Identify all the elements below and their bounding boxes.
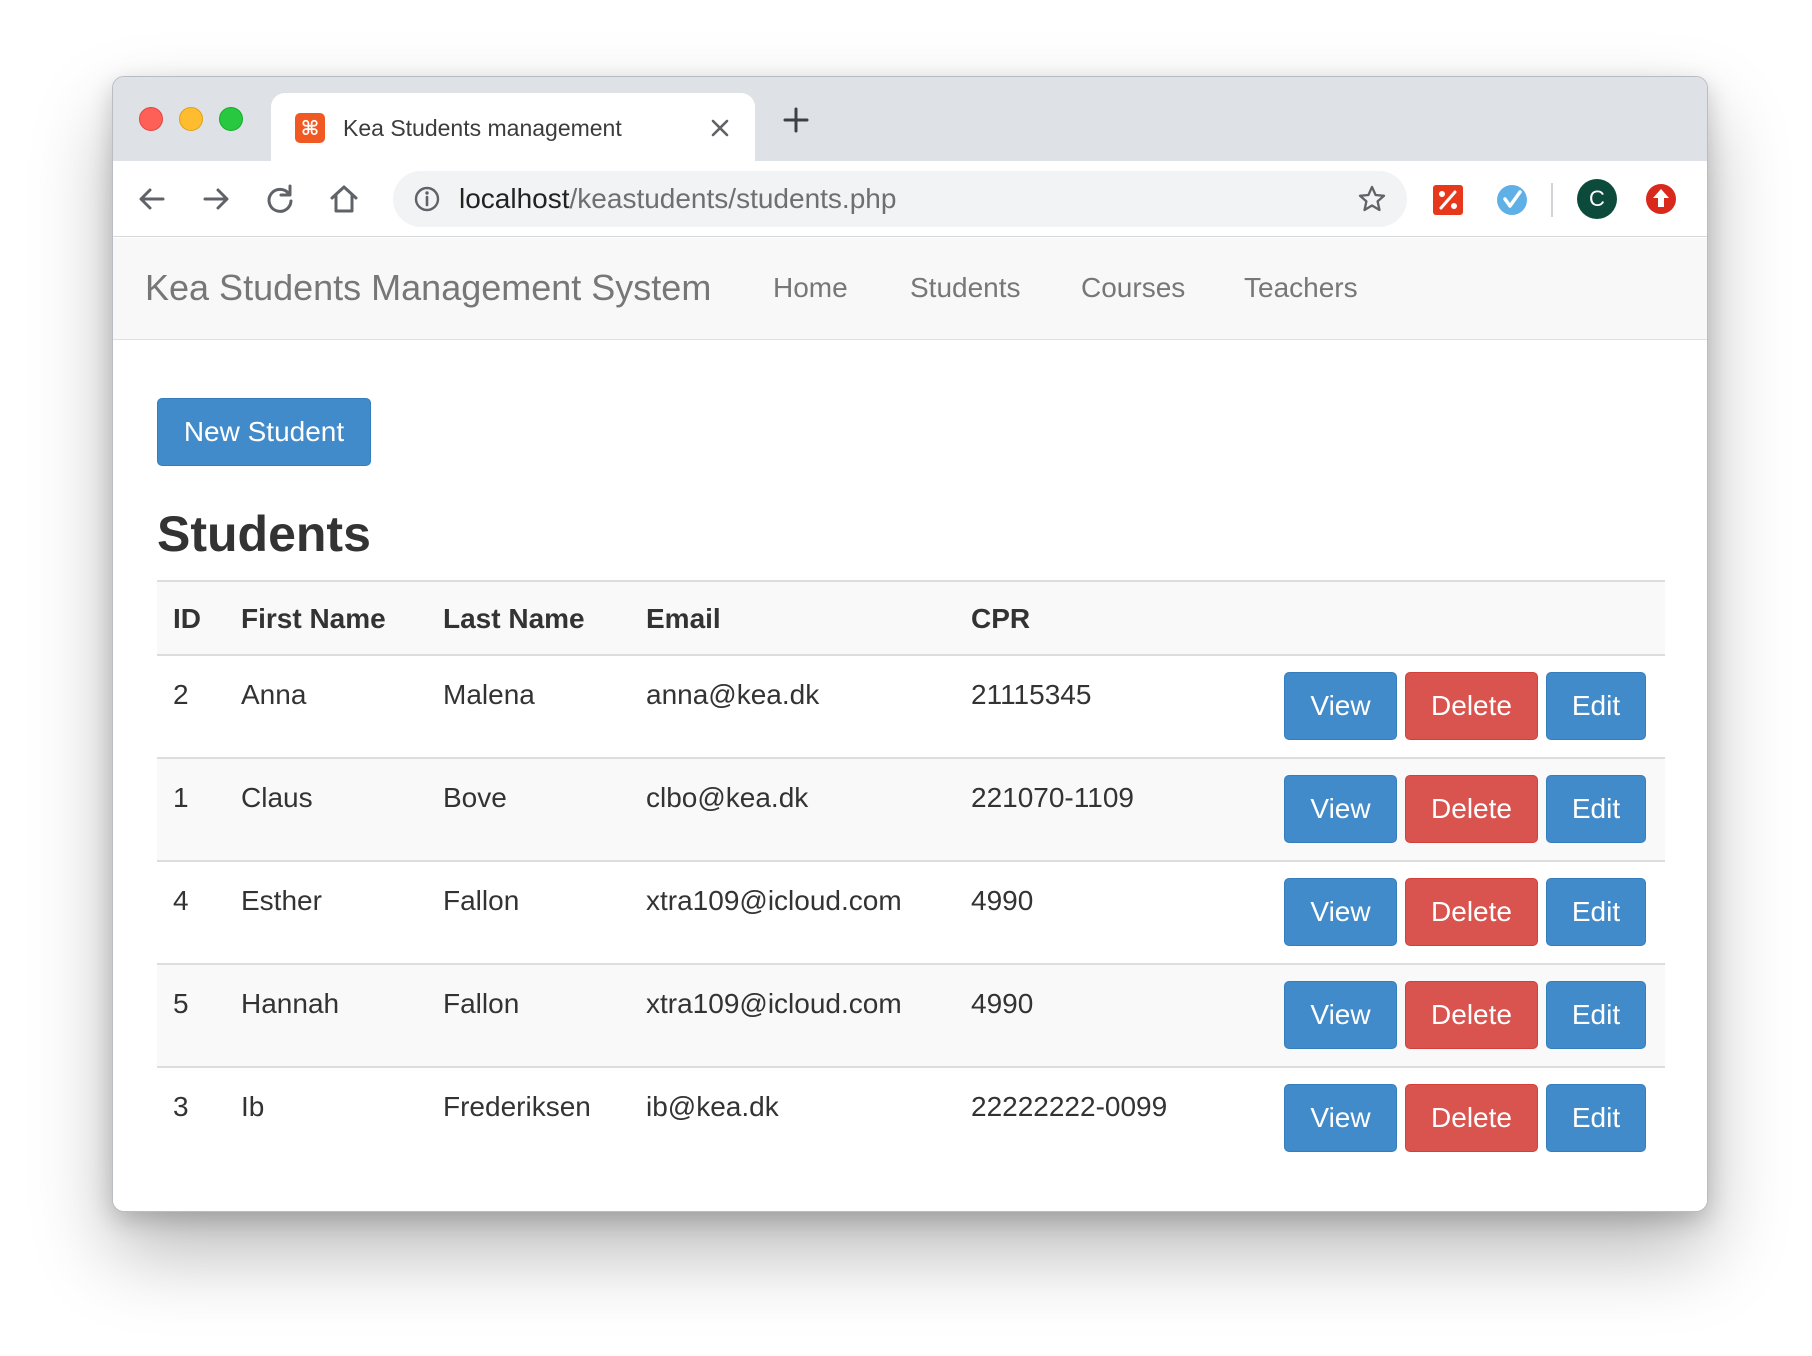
- profile-avatar[interactable]: C: [1577, 179, 1617, 219]
- address-bar[interactable]: localhost/keastudents/students.php: [393, 171, 1407, 227]
- url-path: /keastudents/students.php: [569, 183, 897, 214]
- edit-button[interactable]: Edit: [1546, 1084, 1646, 1152]
- cell-id: 1: [173, 782, 189, 813]
- tab-kea-students[interactable]: ⌘ Kea Students management: [271, 93, 755, 161]
- url-text[interactable]: localhost/keastudents/students.php: [459, 183, 896, 215]
- minimize-window-button[interactable]: [179, 107, 203, 131]
- cell-cpr: 221070-1109: [971, 782, 1134, 813]
- upload-extension-icon[interactable]: [1643, 181, 1679, 217]
- column-header-last-name: Last Name: [443, 603, 585, 634]
- edit-button[interactable]: Edit: [1546, 775, 1646, 843]
- cell-id: 4: [173, 885, 189, 916]
- cell-first-name: Anna: [241, 679, 307, 710]
- tab-title: Kea Students management: [343, 115, 622, 141]
- navbar-brand[interactable]: Kea Students Management System: [145, 268, 711, 308]
- column-header-id: ID: [173, 603, 201, 634]
- delete-button[interactable]: Delete: [1405, 672, 1538, 740]
- students-table: ID First Name Last Name Email CPR 2 Anna…: [157, 580, 1665, 1171]
- toolbar-divider: [1551, 183, 1553, 217]
- info-icon[interactable]: [413, 185, 441, 213]
- close-window-button[interactable]: [139, 107, 163, 131]
- reload-icon[interactable]: [263, 182, 297, 216]
- cell-last-name: Bove: [443, 782, 507, 813]
- browser-window: ⌘ Kea Students management localhost/keas…: [112, 76, 1708, 1212]
- new-student-button[interactable]: New Student: [157, 398, 371, 466]
- table-row: 2 Anna Malena anna@kea.dk 21115345 View …: [157, 656, 1665, 759]
- cell-first-name: Ib: [241, 1091, 265, 1122]
- back-arrow-icon[interactable]: [135, 182, 169, 216]
- page-content: Kea Students Management System Home Stud…: [113, 238, 1707, 1211]
- table-row: 5 Hannah Fallon xtra109@icloud.com 4990 …: [157, 965, 1665, 1068]
- table-row: 1 Claus Bove clbo@kea.dk 221070-1109 Vie…: [157, 759, 1665, 862]
- nav-link-students[interactable]: Students: [910, 272, 1021, 304]
- cell-email: xtra109@icloud.com: [646, 988, 902, 1019]
- cell-cpr: 4990: [971, 988, 1034, 1019]
- cell-last-name: Malena: [443, 679, 535, 710]
- cell-email: xtra109@icloud.com: [646, 885, 902, 916]
- table-row: 4 Esther Fallon xtra109@icloud.com 4990 …: [157, 862, 1665, 965]
- view-button[interactable]: View: [1284, 672, 1397, 740]
- url-host: localhost: [459, 183, 570, 214]
- forward-arrow-icon[interactable]: [199, 182, 233, 216]
- nav-link-teachers[interactable]: Teachers: [1244, 272, 1358, 304]
- view-button[interactable]: View: [1284, 981, 1397, 1049]
- cell-first-name: Hannah: [241, 988, 340, 1019]
- nav-link-courses[interactable]: Courses: [1081, 272, 1185, 304]
- edit-button[interactable]: Edit: [1546, 878, 1646, 946]
- cell-last-name: Frederiksen: [443, 1091, 591, 1122]
- column-header-first-name: First Name: [241, 603, 386, 634]
- close-icon[interactable]: [707, 115, 733, 141]
- tab-strip: ⌘ Kea Students management: [113, 77, 1707, 161]
- xampp-favicon-icon: ⌘: [295, 113, 325, 143]
- cell-cpr: 4990: [971, 885, 1034, 916]
- cell-email: clbo@kea.dk: [646, 782, 809, 813]
- cell-last-name: Fallon: [443, 988, 520, 1019]
- cell-id: 5: [173, 988, 189, 1019]
- edit-button[interactable]: Edit: [1546, 672, 1646, 740]
- zoom-window-button[interactable]: [219, 107, 243, 131]
- plus-icon[interactable]: [781, 105, 811, 135]
- cell-last-name: Fallon: [443, 885, 520, 916]
- cell-id: 2: [173, 679, 189, 710]
- table-header: ID First Name Last Name Email CPR: [157, 580, 1665, 656]
- delete-button[interactable]: Delete: [1405, 878, 1538, 946]
- column-header-cpr: CPR: [971, 603, 1031, 634]
- cell-first-name: Claus: [241, 782, 313, 813]
- nav-link-home[interactable]: Home: [773, 272, 848, 304]
- table-row: 3 Ib Frederiksen ib@kea.dk 22222222-0099…: [157, 1068, 1665, 1171]
- star-icon[interactable]: [1357, 184, 1387, 214]
- view-button[interactable]: View: [1284, 878, 1397, 946]
- page-title: Students: [157, 506, 371, 562]
- percent-extension-icon[interactable]: [1431, 183, 1465, 217]
- view-button[interactable]: View: [1284, 1084, 1397, 1152]
- cell-first-name: Esther: [241, 885, 322, 916]
- delete-button[interactable]: Delete: [1405, 981, 1538, 1049]
- cell-id: 3: [173, 1091, 189, 1122]
- home-icon[interactable]: [327, 182, 361, 216]
- delete-button[interactable]: Delete: [1405, 1084, 1538, 1152]
- column-header-email: Email: [646, 603, 721, 634]
- edit-button[interactable]: Edit: [1546, 981, 1646, 1049]
- check-extension-icon[interactable]: [1495, 183, 1529, 217]
- delete-button[interactable]: Delete: [1405, 775, 1538, 843]
- browser-toolbar: localhost/keastudents/students.php C: [113, 161, 1707, 237]
- cell-email: anna@kea.dk: [646, 679, 820, 710]
- view-button[interactable]: View: [1284, 775, 1397, 843]
- cell-cpr: 21115345: [971, 679, 1092, 710]
- cell-email: ib@kea.dk: [646, 1091, 779, 1122]
- cell-cpr: 22222222-0099: [971, 1091, 1168, 1122]
- site-navbar: Kea Students Management System Home Stud…: [113, 238, 1707, 340]
